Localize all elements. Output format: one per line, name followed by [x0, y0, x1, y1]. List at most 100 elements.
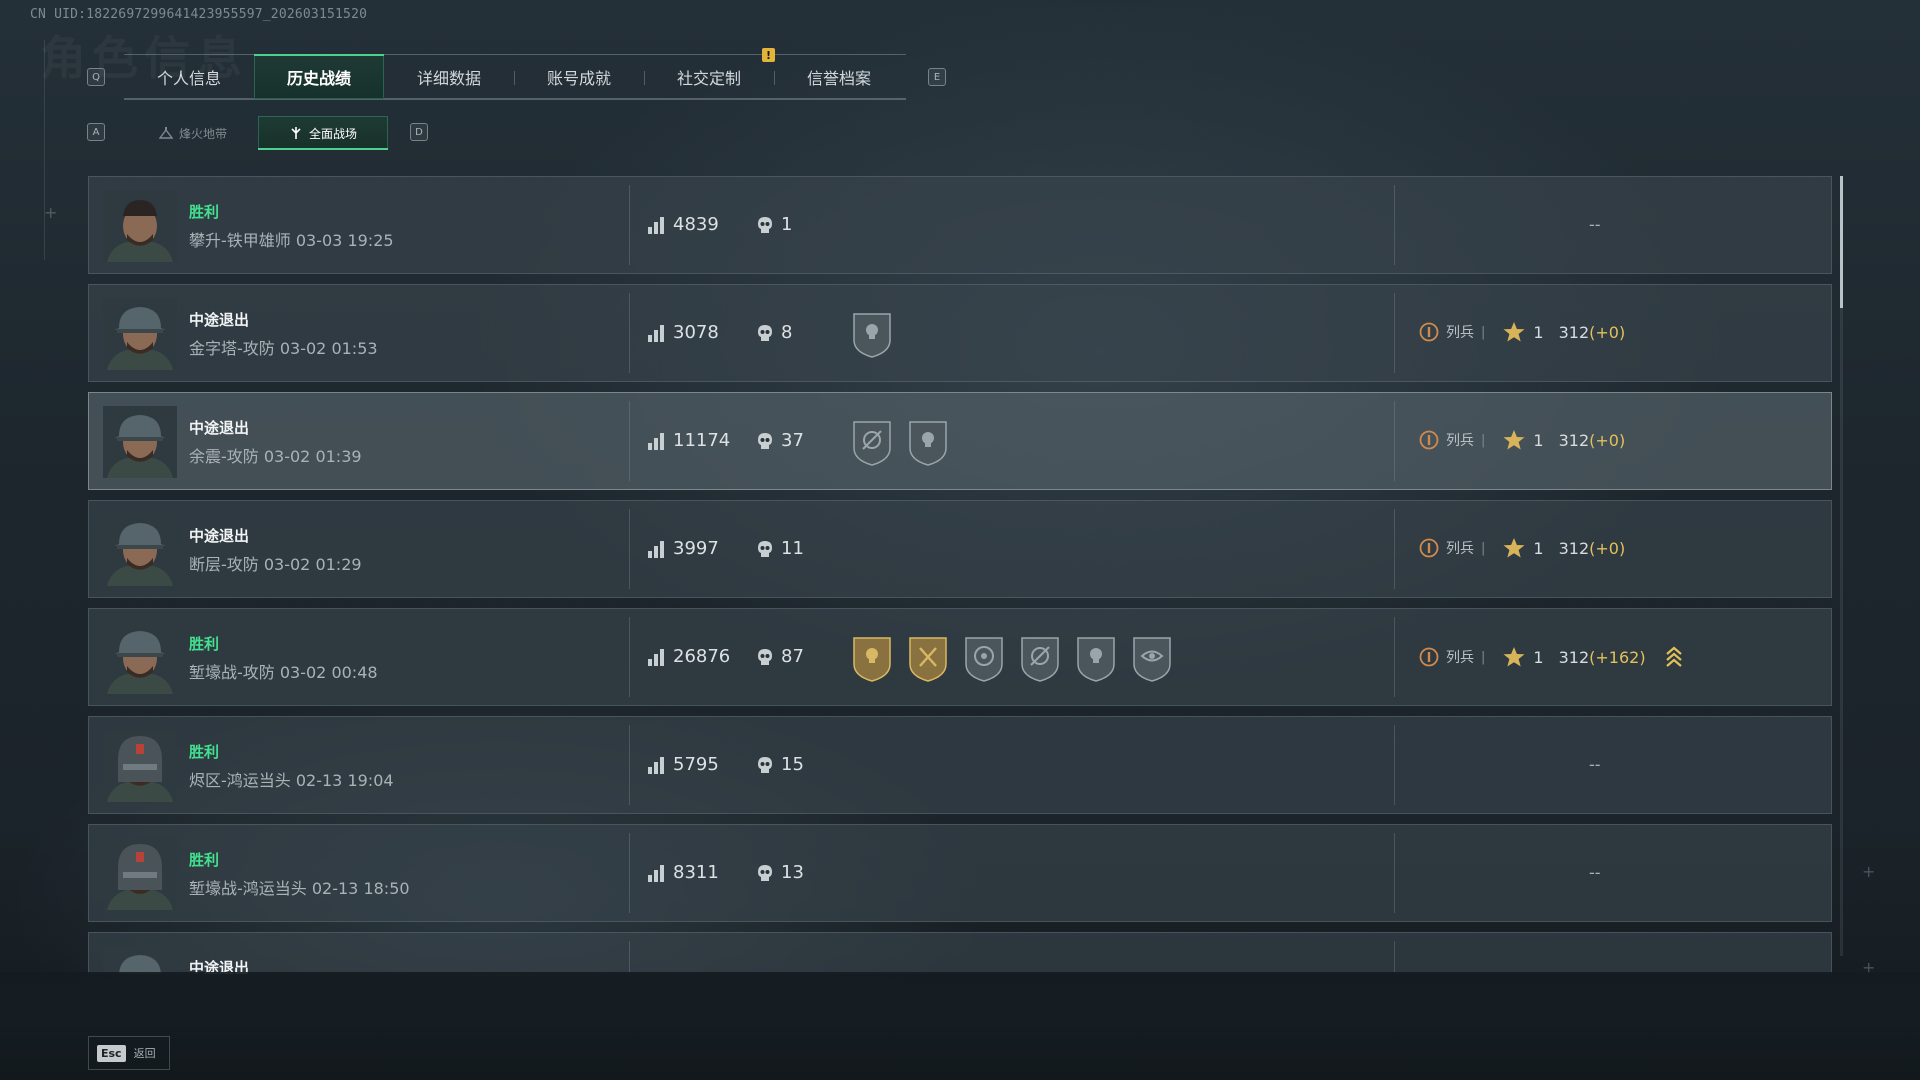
match-row[interactable]: 胜利 烬区-鸿运当头 02-13 19:04 5795 15 --: [88, 716, 1832, 814]
match-result: 中途退出: [189, 311, 250, 329]
match-result: 胜利: [189, 743, 220, 761]
rank-separator: |: [1481, 649, 1486, 665]
kills-value: 87: [781, 646, 804, 667]
score-stat: 5795: [647, 754, 719, 775]
subtab-total-battlefield[interactable]: 全面战场: [258, 116, 388, 150]
subtab-prev-key[interactable]: A: [87, 123, 105, 141]
kills-stat: 8: [757, 322, 792, 343]
kills-stat: 37: [757, 430, 804, 451]
skull-icon: [758, 648, 772, 665]
tab-social-custom[interactable]: 社交定制: [644, 55, 774, 99]
map-and-time: 堑壕战-鸿运当头 02-13 18:50: [189, 879, 410, 898]
skull-medal-icon[interactable]: [907, 418, 949, 466]
kills-value: 8: [781, 322, 793, 343]
rank-badge-icon: [1419, 538, 1439, 558]
tab-next-key[interactable]: E: [928, 68, 946, 86]
gold-axes-medal-icon[interactable]: [907, 634, 949, 682]
match-row[interactable]: 胜利 攀升-铁甲雄师 03-03 19:25 4839 1 --: [88, 176, 1832, 274]
star-icon: [1503, 430, 1525, 450]
map-and-time: 攀升-铁甲雄师 03-03 19:25: [189, 231, 394, 250]
rank-separator: |: [1481, 432, 1486, 448]
kills-stat: 11: [757, 538, 804, 559]
score-value: 8311: [673, 862, 719, 883]
map-and-time: 堑壕战-攻防 03-02 00:48: [189, 663, 378, 682]
back-label: 返回: [133, 1047, 156, 1060]
gold-skull-medal-icon[interactable]: [851, 634, 893, 682]
match-row[interactable]: 中途退出 余震-攻防 03-02 01:39 11174 37 列兵 | 1 312(+0): [88, 392, 1832, 490]
divider: [629, 509, 630, 589]
map-and-time: 烬区-鸿运当头 02-13 19:04: [189, 771, 394, 790]
medals: [851, 634, 1173, 682]
score-stat: 11174: [647, 430, 730, 451]
score-value: 3997: [673, 538, 719, 559]
rank-points: 312(+162): [1558, 647, 1646, 667]
match-row[interactable]: 中途退出: [88, 932, 1832, 974]
tab-credit-record[interactable]: 信誉档案: [774, 55, 904, 99]
promotion-chevrons-icon: [1665, 646, 1682, 667]
divider: [1394, 617, 1395, 697]
uid-text: CN UID:1822697299641423955597_2026031515…: [30, 7, 368, 22]
divider: [629, 725, 630, 805]
match-row[interactable]: 中途退出 断层-攻防 03-02 01:29 3997 11 列兵 | 1 312(+0): [88, 500, 1832, 598]
avatar: [103, 730, 177, 802]
rank-badge-icon: [1419, 322, 1439, 342]
subtab-extraction-zone[interactable]: 烽火地带: [128, 116, 258, 150]
match-history-list[interactable]: 胜利 攀升-铁甲雄师 03-03 19:25 4839 1 -- 中途退出 金字塔-攻防 0…: [88, 176, 1832, 974]
match-row[interactable]: 胜利 堑壕战-攻防 03-02 00:48 26876 87 列兵 | 1 312(+162): [88, 608, 1832, 706]
rank-info: 列兵 | 1 312(+0): [1419, 537, 1625, 559]
medals: [851, 418, 949, 466]
divider: [629, 401, 630, 481]
skull-medal-icon[interactable]: [851, 310, 893, 358]
skull-icon: [758, 216, 772, 233]
scrollbar-thumb[interactable]: [1840, 176, 1843, 308]
rank-info: 列兵 | 1 312(+0): [1419, 321, 1625, 343]
no-rank-placeholder: --: [1589, 863, 1601, 882]
rank-level: 1: [1533, 322, 1544, 342]
crosshair-medal-icon[interactable]: [1019, 634, 1061, 682]
match-result: 中途退出: [189, 419, 250, 437]
extraction-zone-icon: [158, 127, 173, 139]
match-result: 中途退出: [189, 527, 250, 545]
tab-prev-key[interactable]: Q: [87, 68, 105, 86]
rank-badge-icon: [1419, 430, 1439, 450]
tab-personal-info[interactable]: 个人信息: [124, 55, 254, 99]
kills-value: 15: [781, 754, 804, 775]
divider: [629, 941, 630, 974]
subtab-label: 烽火地带: [178, 126, 227, 141]
tab-detailed-data[interactable]: 详细数据: [384, 55, 514, 99]
skull-icon: [758, 864, 772, 881]
rank-separator: |: [1481, 324, 1486, 340]
crosshair-medal-icon[interactable]: [851, 418, 893, 466]
eye-scope-medal-icon[interactable]: [1131, 634, 1173, 682]
tab-achievements[interactable]: 账号成就: [514, 55, 644, 99]
target-medal-icon[interactable]: [963, 634, 1005, 682]
score-stat: 4839: [647, 214, 719, 235]
bar-chart-icon: [648, 540, 664, 558]
kills-value: 13: [781, 862, 804, 883]
divider: [1394, 185, 1395, 265]
match-row[interactable]: 胜利 堑壕战-鸿运当头 02-13 18:50 8311 13 --: [88, 824, 1832, 922]
decor-line: [44, 40, 45, 260]
tab-match-history[interactable]: 历史战绩: [254, 54, 384, 99]
divider: [1394, 725, 1395, 805]
rank-name: 列兵: [1446, 541, 1474, 557]
kills-stat: 13: [757, 862, 804, 883]
decor-plus-icon: +: [1862, 862, 1876, 881]
bar-chart-icon: [648, 864, 664, 882]
skull-icon: [758, 432, 772, 449]
star-icon: [1503, 538, 1525, 558]
score-value: 11174: [673, 430, 731, 451]
score-stat: 3078: [647, 322, 719, 343]
avatar: [103, 298, 177, 370]
score-stat: 3997: [647, 538, 719, 559]
kills-value: 37: [781, 430, 804, 451]
map-and-time: 余震-攻防 03-02 01:39: [189, 447, 362, 466]
rank-name: 列兵: [1446, 650, 1474, 666]
match-row[interactable]: 中途退出 金字塔-攻防 03-02 01:53 3078 8 列兵 | 1 312(+0): [88, 284, 1832, 382]
subtab-next-key[interactable]: D: [410, 123, 428, 141]
skull-icon: [758, 756, 772, 773]
scrollbar[interactable]: [1840, 176, 1843, 956]
rank-points: 312(+0): [1558, 538, 1626, 558]
back-button[interactable]: Esc 返回: [88, 1036, 170, 1070]
skull-medal-icon[interactable]: [1075, 634, 1117, 682]
